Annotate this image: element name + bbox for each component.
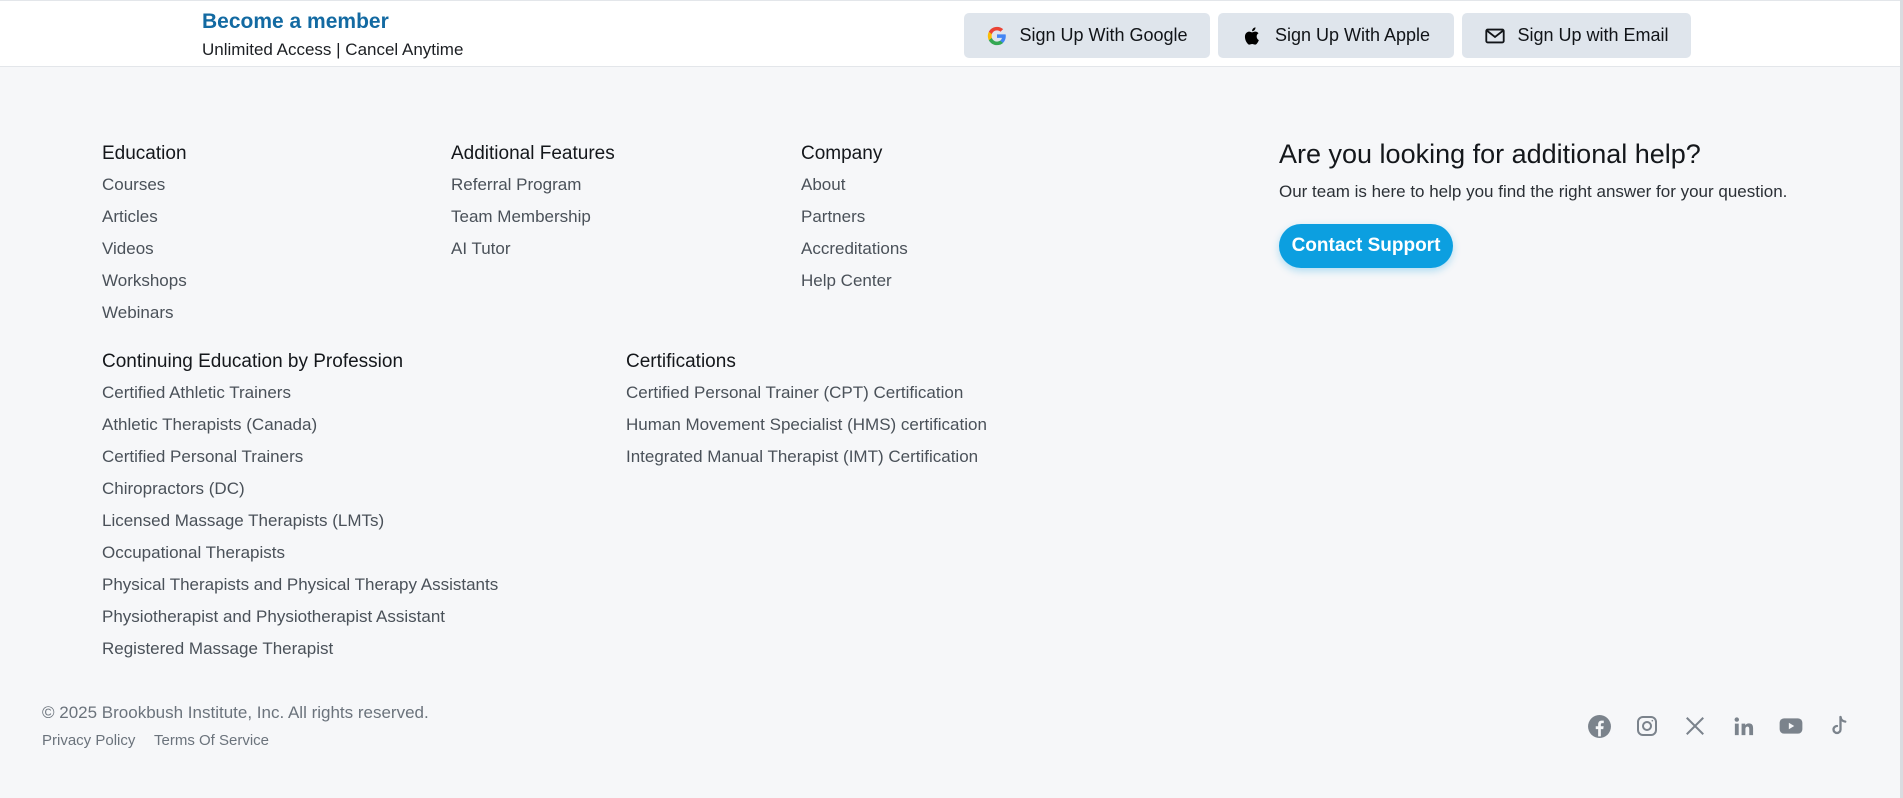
- google-icon: [986, 25, 1008, 47]
- sign-up-email-label: Sign Up with Email: [1517, 25, 1669, 45]
- footer-link-articles[interactable]: Articles: [102, 207, 158, 227]
- footer-link-accreditations[interactable]: Accreditations: [801, 239, 908, 259]
- contact-support-button[interactable]: Contact Support: [1279, 224, 1453, 268]
- footer-link-videos[interactable]: Videos: [102, 239, 154, 259]
- footer-link-profession[interactable]: Licensed Massage Therapists (LMTs): [102, 511, 384, 531]
- sign-up-google-button[interactable]: Sign Up With Google: [964, 13, 1210, 58]
- help-text: Our team is here to help you find the ri…: [1279, 182, 1788, 201]
- footer-link-ai-tutor[interactable]: AI Tutor: [451, 239, 511, 259]
- privacy-policy-link[interactable]: Privacy Policy: [42, 732, 135, 749]
- certifications-heading: Certifications: [626, 351, 736, 372]
- footer-link-profession[interactable]: Registered Massage Therapist: [102, 639, 333, 659]
- profession-heading: Continuing Education by Profession: [102, 351, 404, 372]
- sign-up-google-label: Sign Up With Google: [1019, 25, 1188, 45]
- banner-title[interactable]: Become a member: [202, 10, 389, 34]
- help-title: Are you looking for additional help?: [1279, 139, 1701, 169]
- footer-link-profession[interactable]: Certified Personal Trainers: [102, 447, 303, 467]
- footer-link-workshops[interactable]: Workshops: [102, 271, 187, 291]
- footer-link-certification[interactable]: Human Movement Specialist (HMS) certific…: [626, 415, 987, 435]
- linkedin-icon[interactable]: [1730, 713, 1756, 739]
- footer-link-team-membership[interactable]: Team Membership: [451, 207, 591, 227]
- sign-up-apple-button[interactable]: Sign Up With Apple: [1218, 13, 1454, 58]
- footer-link-partners[interactable]: Partners: [801, 207, 865, 227]
- footer-link-certification[interactable]: Integrated Manual Therapist (IMT) Certif…: [626, 447, 978, 467]
- additional-features-heading: Additional Features: [451, 143, 615, 164]
- terms-of-service-link[interactable]: Terms Of Service: [154, 732, 269, 749]
- footer-link-help-center[interactable]: Help Center: [801, 271, 892, 291]
- footer-link-profession[interactable]: Chiropractors (DC): [102, 479, 245, 499]
- facebook-icon[interactable]: [1586, 713, 1612, 739]
- footer-link-about[interactable]: About: [801, 175, 845, 195]
- sign-up-apple-label: Sign Up With Apple: [1274, 25, 1431, 45]
- education-heading: Education: [102, 143, 187, 164]
- banner-subtitle: Unlimited Access | Cancel Anytime: [202, 40, 464, 59]
- footer-link-profession[interactable]: Physiotherapist and Physiotherapist Assi…: [102, 607, 445, 627]
- footer-link-profession[interactable]: Certified Athletic Trainers: [102, 383, 291, 403]
- apple-icon: [1242, 25, 1264, 47]
- youtube-icon[interactable]: [1778, 713, 1804, 739]
- membership-banner: Become a member Unlimited Access | Cance…: [0, 0, 1900, 67]
- footer-link-certification[interactable]: Certified Personal Trainer (CPT) Certifi…: [626, 383, 963, 403]
- copyright-text: © 2025 Brookbush Institute, Inc. All rig…: [42, 703, 429, 722]
- mail-icon: [1484, 25, 1506, 47]
- footer-link-courses[interactable]: Courses: [102, 175, 165, 195]
- footer-link-profession[interactable]: Physical Therapists and Physical Therapy…: [102, 575, 498, 595]
- footer-link-profession[interactable]: Occupational Therapists: [102, 543, 285, 563]
- x-icon[interactable]: [1682, 713, 1708, 739]
- tiktok-icon[interactable]: [1826, 713, 1852, 739]
- sign-up-email-button[interactable]: Sign Up with Email: [1462, 13, 1691, 58]
- footer-link-profession[interactable]: Athletic Therapists (Canada): [102, 415, 317, 435]
- company-heading: Company: [801, 143, 883, 164]
- instagram-icon[interactable]: [1634, 713, 1660, 739]
- footer-link-referral-program[interactable]: Referral Program: [451, 175, 581, 195]
- footer-link-webinars[interactable]: Webinars: [102, 303, 174, 323]
